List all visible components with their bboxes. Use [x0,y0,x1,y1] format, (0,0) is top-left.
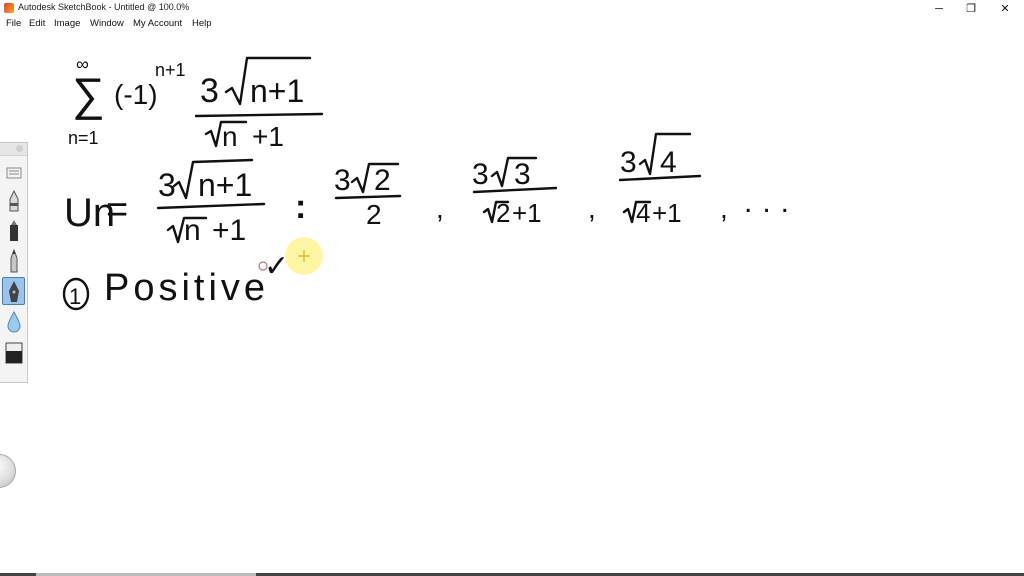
tool-airbrush[interactable] [2,187,25,215]
un-fraction-bar [156,202,266,210]
series-den-radicand: n [222,121,238,152]
menu-image[interactable]: Image [54,18,80,29]
menu-bar: File Edit Image Window My Account Help [0,17,1024,32]
menu-my-account[interactable]: My Account [133,18,182,29]
menu-window[interactable]: Window [90,18,124,29]
pen-nib-icon [8,281,19,302]
term1-den: 2 [366,199,382,230]
palette-close-icon[interactable] [16,145,23,152]
series-num-coef: 3 [200,72,219,110]
un-num-radicand: n+1 [198,167,252,203]
comma-2: , [588,193,596,224]
sketchbook-logo-icon [4,3,14,13]
un-num-coef: 3 [158,167,176,203]
comma-3: , [720,193,728,224]
tool-eraser[interactable] [2,339,25,367]
window-title: Autodesk SketchBook - Untitled @ 100.0% [18,2,190,12]
eraser-icon [5,342,22,364]
un-equals: = [106,189,128,231]
title-bar: Autodesk SketchBook - Untitled @ 100.0% … [0,0,1024,17]
water-drop-icon [6,310,21,333]
menu-lines-icon [6,167,21,179]
term2-num-coef: 3 [472,158,489,191]
series-fraction-bar [194,112,324,118]
tool-pencil[interactable] [2,247,25,275]
tool-blend[interactable] [2,307,25,335]
drawing-canvas[interactable]: ∞ ∑ n=1 (-1) n+1 3 n+1 n +1 Un = 3 n+1 n… [0,32,1024,576]
series-sign-exponent: n+1 [155,60,186,80]
series-lower-limit: n=1 [68,128,99,148]
menu-file[interactable]: File [6,18,21,29]
tool-marker[interactable] [2,217,25,245]
pencil-icon [10,249,17,273]
term3-num-coef: 3 [620,146,637,179]
term3-num-radicand: 4 [660,146,677,179]
series-num-radicand: n+1 [250,73,304,109]
term1-num-radicand: 2 [374,164,391,197]
colon-mark: : [295,188,306,226]
series-sigma: ∑ [72,68,105,120]
series-sign-factor: (-1) [114,79,158,110]
term2-num-radicand: 3 [514,158,531,191]
un-den-tail: +1 [212,214,246,247]
palette-handle[interactable] [0,143,27,156]
step-number: 1 [69,284,81,309]
restore-button[interactable]: ❐ [954,0,988,17]
close-button[interactable]: ✕ [988,0,1022,17]
comma-1: , [436,193,444,224]
menu-help[interactable]: Help [192,18,212,29]
series-den-tail: +1 [252,121,284,152]
term1-num-coef: 3 [334,164,351,197]
minimize-button[interactable]: ─ [922,0,956,17]
airbrush-icon [9,189,18,212]
tool-palette [0,142,28,383]
term3-den-tail: +1 [652,198,682,228]
tool-ink-pen[interactable] [2,277,25,305]
ellipsis: ... [744,186,799,219]
marker-icon [9,220,18,241]
term2-den-tail: +1 [512,198,542,228]
step-text: Positive [104,267,269,309]
menu-edit[interactable]: Edit [29,18,45,29]
tool-select[interactable] [2,159,25,187]
